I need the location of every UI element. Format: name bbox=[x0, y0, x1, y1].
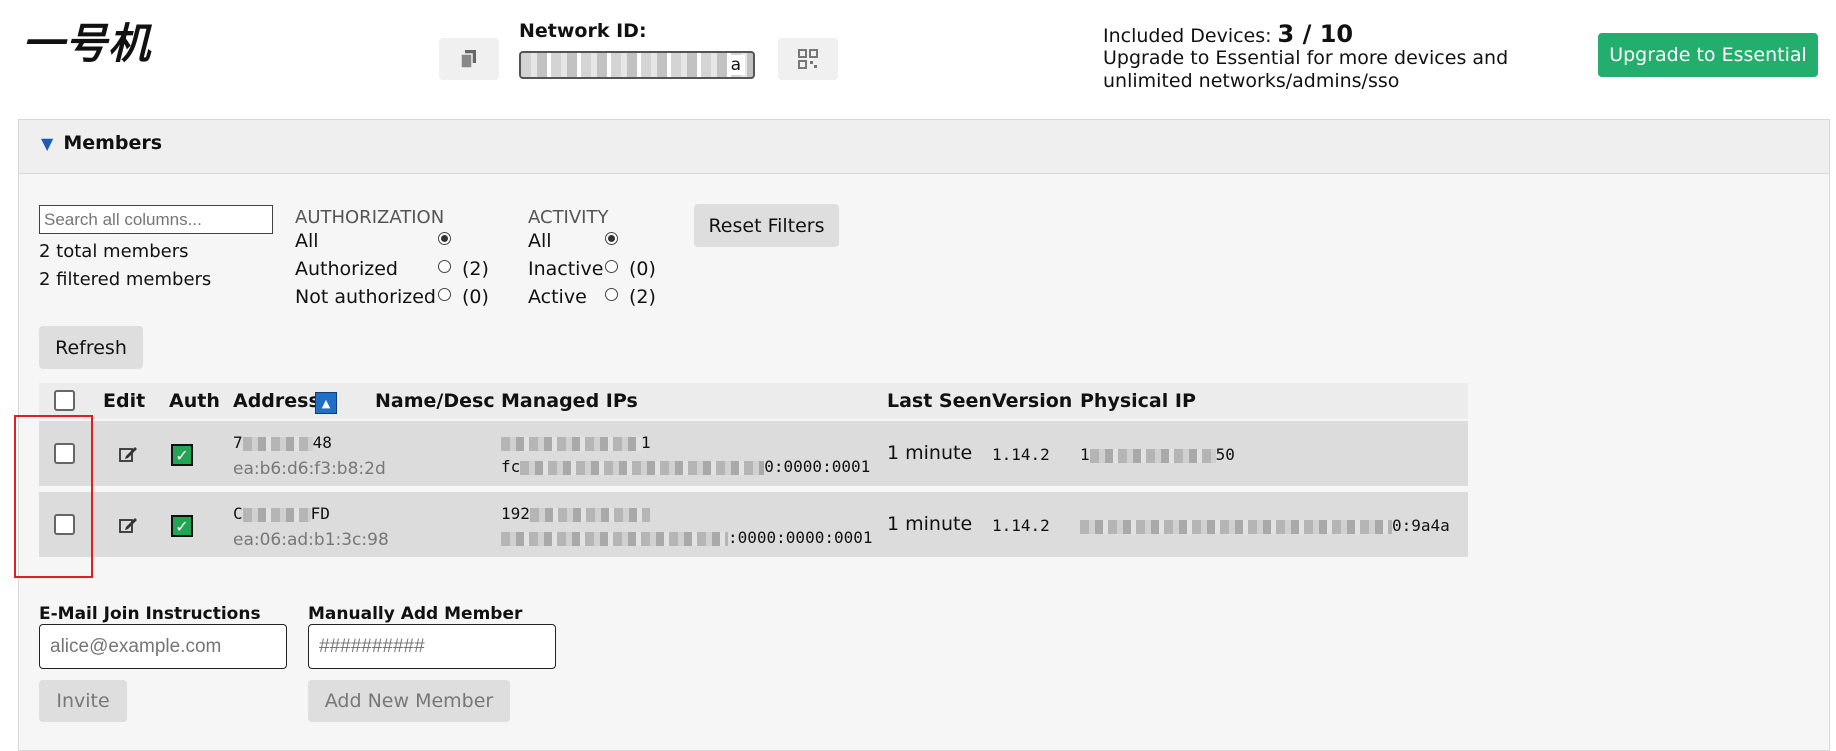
activity-filter-active-label: Active bbox=[528, 286, 587, 308]
filtered-members: 2 filtered members bbox=[39, 269, 212, 290]
members-toggle[interactable]: ▼ Members bbox=[41, 132, 162, 154]
redacted-block bbox=[1080, 519, 1392, 534]
redacted-block bbox=[501, 436, 641, 451]
activity-filter-active-count: (2) bbox=[629, 286, 656, 308]
col-managed-ips[interactable]: Managed IPs bbox=[501, 390, 638, 412]
physical-ip-suffix: 50 bbox=[1215, 445, 1235, 464]
version: 1.14.2 bbox=[992, 516, 1050, 535]
member-address: 7 48 bbox=[233, 433, 332, 452]
col-auth[interactable]: Auth bbox=[169, 390, 220, 412]
managed-ip-2-prefix: fc bbox=[501, 457, 521, 476]
address-prefix: 7 bbox=[233, 433, 243, 452]
upgrade-button[interactable]: Upgrade to Essential bbox=[1598, 33, 1818, 77]
members-panel: ▼ Members 2 total members 2 filtered mem… bbox=[18, 119, 1830, 751]
member-mac: ea:b6:d6:f3:b8:2d bbox=[233, 459, 386, 479]
copy-icon bbox=[460, 50, 476, 69]
add-new-member-button[interactable]: Add New Member bbox=[308, 680, 510, 722]
managed-ip-2: :0000:0000:0001 bbox=[501, 528, 873, 547]
invite-button[interactable]: Invite bbox=[39, 680, 127, 722]
col-physical-ip[interactable]: Physical IP bbox=[1080, 390, 1196, 412]
last-seen: 1 minute bbox=[887, 513, 973, 535]
col-last-seen[interactable]: Last Seen bbox=[887, 390, 992, 412]
network-title: 一号机 bbox=[22, 19, 152, 68]
redacted-block bbox=[242, 507, 311, 522]
qr-code-icon bbox=[798, 49, 818, 69]
auth-filter-not-authorized-count: (0) bbox=[462, 286, 489, 308]
upgrade-info-text: Upgrade to Essential for more devices an… bbox=[1103, 47, 1509, 92]
sort-ascending-icon[interactable]: ▲ bbox=[315, 392, 337, 414]
col-version[interactable]: Version bbox=[992, 390, 1072, 412]
total-members: 2 total members bbox=[39, 241, 189, 262]
redacted-block bbox=[520, 460, 765, 475]
included-devices-count: 3 / 10 bbox=[1277, 20, 1354, 48]
managed-ip-1-prefix: 192 bbox=[501, 504, 530, 523]
managed-ip-1-suffix: 1 bbox=[641, 433, 651, 452]
version: 1.14.2 bbox=[992, 445, 1050, 464]
col-address[interactable]: Address bbox=[233, 390, 320, 412]
network-id-field[interactable]: a bbox=[519, 51, 755, 79]
physical-ip-suffix: 0:9a4a bbox=[1392, 516, 1450, 535]
auth-filter-authorized-radio[interactable] bbox=[438, 260, 451, 273]
search-input[interactable] bbox=[39, 205, 273, 234]
activity-filter-inactive-label: Inactive bbox=[528, 258, 604, 280]
member-mac: ea:06:ad:b1:3c:98 bbox=[233, 530, 389, 550]
auth-filter-authorized-count: (2) bbox=[462, 258, 489, 280]
activity-filter-label: ACTIVITY bbox=[528, 207, 609, 228]
authorization-filter-label: AUTHORIZATION bbox=[295, 207, 445, 228]
address-suffix: 48 bbox=[312, 433, 332, 452]
address-suffix: FD bbox=[310, 504, 330, 523]
activity-filter-inactive-radio[interactable] bbox=[605, 260, 618, 273]
included-devices-label: Included Devices: bbox=[1103, 25, 1272, 47]
physical-ip: 0:9a4a bbox=[1080, 516, 1450, 535]
select-all-checkbox[interactable] bbox=[54, 390, 75, 411]
members-panel-header bbox=[19, 120, 1829, 174]
redacted-block bbox=[529, 507, 650, 522]
col-edit[interactable]: Edit bbox=[103, 390, 145, 412]
qr-code-button[interactable] bbox=[778, 38, 838, 80]
last-seen: 1 minute bbox=[887, 442, 973, 464]
redacted-block bbox=[501, 531, 728, 546]
auth-checkbox[interactable]: ✓ bbox=[171, 515, 193, 537]
auth-filter-all-radio[interactable] bbox=[438, 232, 451, 245]
managed-ip-1: 192 bbox=[501, 504, 650, 523]
members-section-title: Members bbox=[63, 132, 163, 154]
physical-ip: 1 50 bbox=[1080, 445, 1235, 464]
auth-filter-all-label: All bbox=[295, 230, 319, 252]
copy-network-id-button[interactable] bbox=[439, 38, 499, 80]
edit-icon[interactable] bbox=[118, 515, 138, 535]
physical-ip-prefix: 1 bbox=[1080, 445, 1090, 464]
member-address: C FD bbox=[233, 504, 330, 523]
member-id-field[interactable] bbox=[308, 624, 556, 669]
edit-icon[interactable] bbox=[118, 444, 138, 464]
auth-filter-not-authorized-radio[interactable] bbox=[438, 288, 451, 301]
activity-filter-active-radio[interactable] bbox=[605, 288, 618, 301]
included-devices: Included Devices: 3 / 10 bbox=[1103, 20, 1353, 48]
auth-checkbox[interactable]: ✓ bbox=[171, 444, 193, 466]
managed-ip-2: fc 0:0000:0001 bbox=[501, 457, 870, 476]
network-id-label: Network ID: bbox=[519, 20, 647, 42]
managed-ip-1: 1 bbox=[501, 433, 651, 452]
auth-filter-not-authorized-label: Not authorized bbox=[295, 286, 436, 308]
manual-add-label: Manually Add Member bbox=[308, 604, 523, 624]
activity-filter-inactive-count: (0) bbox=[629, 258, 656, 280]
redacted-block bbox=[242, 436, 313, 451]
email-field[interactable] bbox=[39, 624, 287, 669]
email-join-label: E-Mail Join Instructions bbox=[39, 604, 261, 624]
reset-filters-button[interactable]: Reset Filters bbox=[694, 204, 839, 247]
highlight-box bbox=[14, 415, 93, 578]
address-prefix: C bbox=[233, 504, 243, 523]
activity-filter-all-label: All bbox=[528, 230, 552, 252]
managed-ip-2-suffix: 0:0000:0001 bbox=[764, 457, 871, 476]
refresh-button[interactable]: Refresh bbox=[39, 326, 143, 369]
auth-filter-authorized-label: Authorized bbox=[295, 258, 398, 280]
managed-ip-2-suffix: :0000:0000:0001 bbox=[728, 528, 873, 547]
col-name-desc[interactable]: Name/Desc bbox=[375, 390, 495, 412]
network-id-visible-part: a bbox=[726, 55, 745, 75]
chevron-down-icon: ▼ bbox=[41, 133, 54, 153]
redacted-block bbox=[1089, 448, 1216, 463]
activity-filter-all-radio[interactable] bbox=[605, 232, 618, 245]
